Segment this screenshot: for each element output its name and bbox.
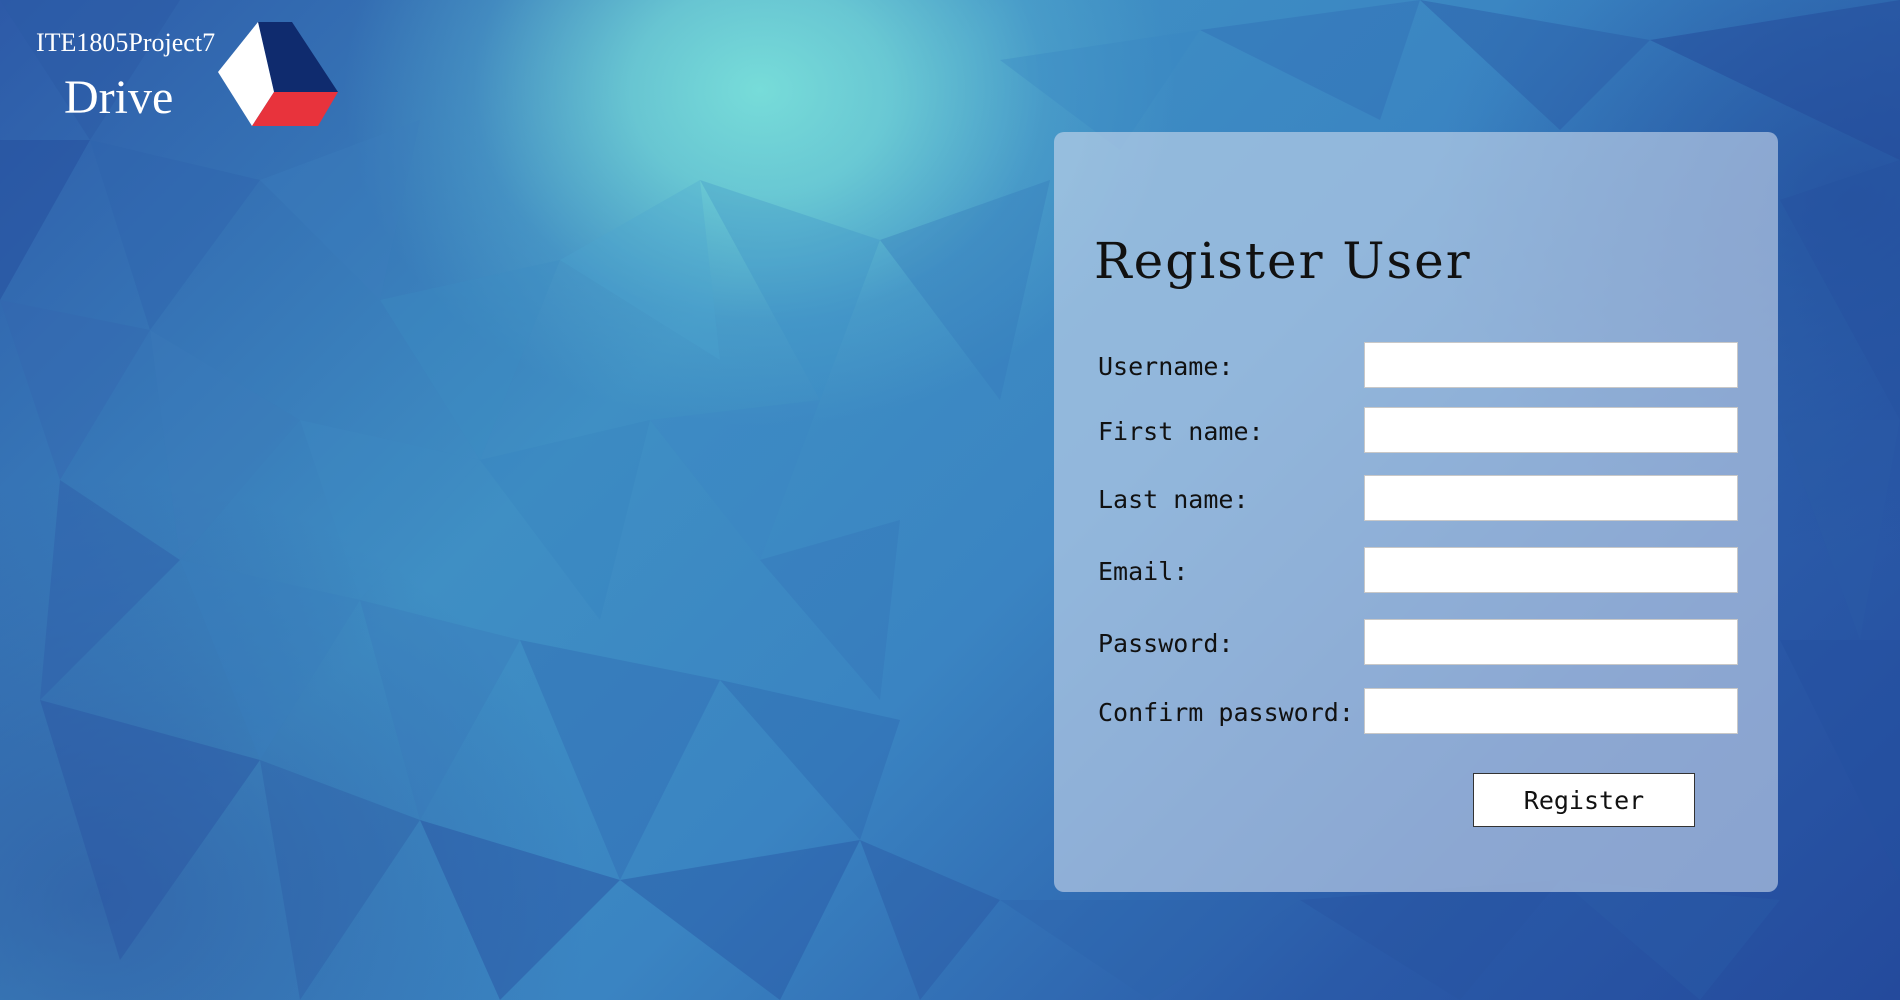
first-name-row: First name:: [1054, 407, 1778, 455]
first-name-label: First name:: [1098, 417, 1264, 446]
username-label: Username:: [1098, 352, 1234, 381]
password-label: Password:: [1098, 629, 1234, 658]
email-label: Email:: [1098, 557, 1189, 586]
brand-header: ITE1805Project7 Drive: [36, 22, 356, 134]
last-name-input[interactable]: [1364, 475, 1738, 521]
register-button[interactable]: Register: [1473, 773, 1695, 827]
confirm-password-label: Confirm password:: [1098, 698, 1354, 727]
confirm-password-input[interactable]: [1364, 688, 1738, 734]
password-row: Password:: [1054, 619, 1778, 667]
project-name: ITE1805Project7: [36, 28, 216, 57]
username-row: Username:: [1054, 342, 1778, 390]
product-name: Drive: [64, 71, 174, 124]
email-input[interactable]: [1364, 547, 1738, 593]
register-panel: Register User Username: First name: Last…: [1054, 132, 1778, 892]
password-input[interactable]: [1364, 619, 1738, 665]
username-input[interactable]: [1364, 342, 1738, 388]
confirm-password-row: Confirm password:: [1054, 688, 1778, 736]
tricolor-triangle-logo-icon: [218, 22, 338, 126]
last-name-label: Last name:: [1098, 485, 1249, 514]
page-title: Register User: [1094, 232, 1472, 290]
first-name-input[interactable]: [1364, 407, 1738, 453]
last-name-row: Last name:: [1054, 475, 1778, 523]
email-row: Email:: [1054, 547, 1778, 595]
